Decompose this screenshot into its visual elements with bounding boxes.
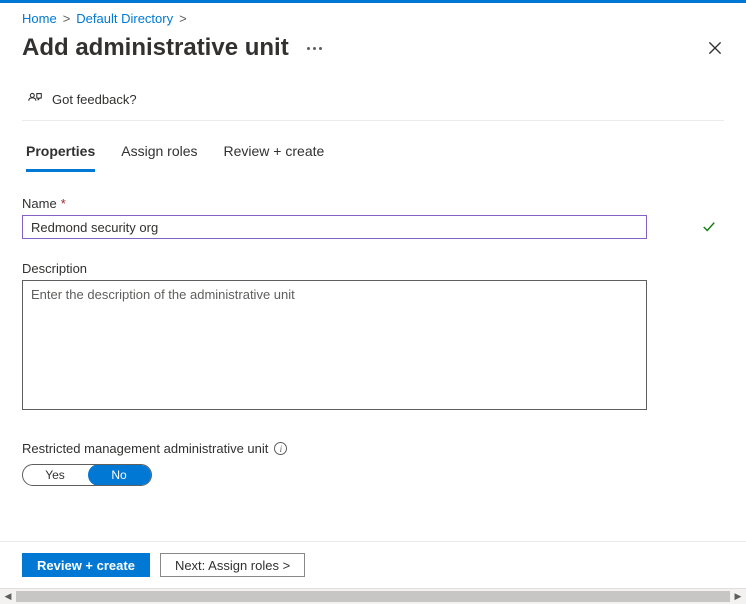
checkmark-icon bbox=[702, 220, 716, 234]
tab-bar: Properties Assign roles Review + create bbox=[22, 121, 724, 172]
review-create-button[interactable]: Review + create bbox=[22, 553, 150, 577]
horizontal-scrollbar[interactable]: ◀ ▶ bbox=[0, 588, 746, 604]
breadcrumb-link-home[interactable]: Home bbox=[22, 11, 57, 26]
tab-assign-roles[interactable]: Assign roles bbox=[121, 143, 197, 172]
name-input[interactable] bbox=[22, 215, 647, 239]
name-label: Name * bbox=[22, 196, 724, 211]
restricted-toggle[interactable]: Yes No bbox=[22, 464, 152, 486]
next-assign-roles-button[interactable]: Next: Assign roles > bbox=[160, 553, 305, 577]
restricted-label: Restricted management administrative uni… bbox=[22, 441, 724, 456]
more-actions-button[interactable] bbox=[307, 47, 322, 50]
scroll-left-arrow[interactable]: ◀ bbox=[0, 589, 16, 604]
feedback-icon bbox=[26, 90, 44, 108]
tab-review-create[interactable]: Review + create bbox=[224, 143, 325, 172]
scroll-thumb[interactable] bbox=[16, 591, 730, 602]
close-icon bbox=[706, 39, 724, 57]
breadcrumb-link-directory[interactable]: Default Directory bbox=[76, 11, 173, 26]
toggle-option-no[interactable]: No bbox=[87, 465, 151, 485]
footer: Review + create Next: Assign roles > bbox=[0, 541, 746, 588]
feedback-label: Got feedback? bbox=[52, 92, 137, 107]
required-indicator: * bbox=[61, 196, 66, 211]
breadcrumb-sep: > bbox=[63, 11, 71, 26]
tab-properties[interactable]: Properties bbox=[26, 143, 95, 172]
description-input[interactable] bbox=[22, 280, 647, 410]
form: Name * Description Restricted management… bbox=[22, 172, 724, 486]
scroll-right-arrow[interactable]: ▶ bbox=[730, 589, 746, 604]
info-icon[interactable]: i bbox=[274, 442, 287, 455]
breadcrumb: Home > Default Directory > bbox=[0, 3, 746, 28]
page-header: Add administrative unit bbox=[0, 28, 746, 76]
close-button[interactable] bbox=[706, 39, 724, 57]
description-label: Description bbox=[22, 261, 724, 276]
breadcrumb-sep: > bbox=[179, 11, 187, 26]
toggle-option-yes[interactable]: Yes bbox=[23, 465, 87, 485]
page-title: Add administrative unit bbox=[22, 34, 289, 62]
feedback-link[interactable]: Got feedback? bbox=[22, 76, 724, 121]
